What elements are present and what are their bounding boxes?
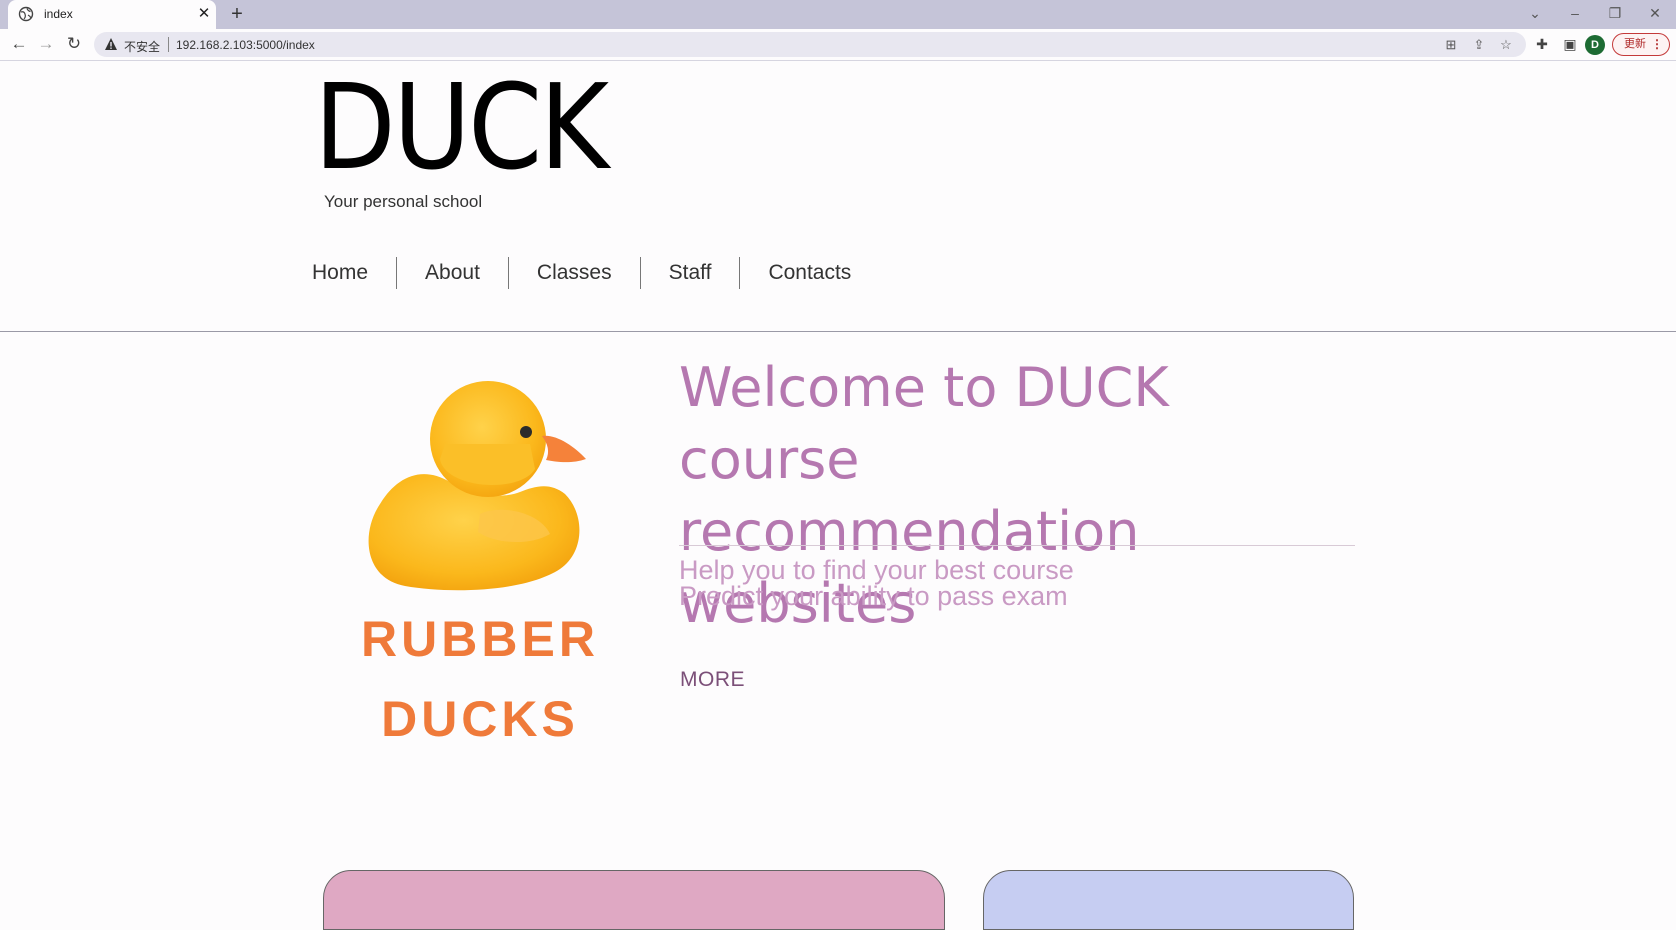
site-tagline: Your personal school — [324, 192, 483, 211]
tab-title: index — [44, 7, 73, 21]
nav-staff[interactable]: Staff — [639, 257, 740, 289]
more-menu-icon[interactable]: ⋮ — [1651, 34, 1663, 55]
reload-icon[interactable]: ↻ — [62, 32, 86, 56]
update-label: 更新 — [1624, 38, 1646, 50]
header-divider — [0, 331, 1676, 332]
browser-toolbar: ← → ↻ 不安全 192.168.2.103:5000/index ⊞ ⇪ ☆… — [0, 29, 1676, 61]
restore-icon[interactable]: ❐ — [1603, 3, 1627, 23]
rubber-duck-icon: RUBBER DUCKS — [361, 381, 599, 747]
tab-close-icon[interactable]: ✕ — [194, 3, 214, 25]
site-logo[interactable]: DUCK — [314, 68, 609, 186]
security-label[interactable]: 不安全 — [124, 38, 160, 55]
share-icon[interactable]: ⇪ — [1470, 36, 1488, 54]
extensions-icon[interactable]: ✚ — [1531, 33, 1553, 55]
side-panel-icon[interactable]: ▣ — [1559, 33, 1581, 55]
main-nav: Home About Classes Staff Contacts — [312, 257, 879, 289]
headline-line-1: Welcome to DUCK course — [679, 356, 1169, 491]
headline-divider — [679, 545, 1355, 546]
omnibox-divider — [168, 37, 169, 52]
forward-arrow-icon[interactable]: → — [34, 32, 58, 56]
back-arrow-icon[interactable]: ← — [7, 32, 31, 56]
browser-tab[interactable]: index ✕ — [8, 0, 216, 29]
rubber-duck-image: RUBBER DUCKS — [360, 364, 600, 747]
bookmark-star-icon[interactable]: ☆ — [1497, 36, 1515, 54]
browser-tab-strip: index ✕ + ⌄ – ❐ ✕ — [0, 0, 1676, 29]
translate-icon[interactable]: ⊞ — [1442, 36, 1460, 54]
duck-image-text-2: DUCKS — [381, 691, 579, 744]
hero-subline-2: Predict your ability to pass exam — [679, 581, 1068, 611]
profile-avatar[interactable]: D — [1585, 35, 1605, 55]
address-bar[interactable]: 不安全 192.168.2.103:5000/index ⊞ ⇪ ☆ — [94, 32, 1526, 57]
window-close-icon[interactable]: ✕ — [1643, 3, 1667, 23]
hero-subline-1: Help you to find your best course — [679, 555, 1074, 585]
new-tab-button[interactable]: + — [226, 1, 248, 27]
nav-about[interactable]: About — [396, 257, 508, 289]
duck-image-text-1: RUBBER — [361, 611, 599, 667]
nav-classes[interactable]: Classes — [507, 257, 640, 289]
minimize-icon[interactable]: – — [1563, 3, 1587, 23]
update-button[interactable]: 更新 ⋮ — [1612, 33, 1670, 56]
tab-search-icon[interactable]: ⌄ — [1523, 3, 1547, 23]
nav-home[interactable]: Home — [312, 257, 396, 289]
more-link[interactable]: MORE — [680, 668, 745, 692]
feature-card-pink[interactable] — [323, 870, 945, 930]
nav-contacts[interactable]: Contacts — [739, 257, 879, 289]
warning-icon — [105, 38, 117, 50]
feature-card-blue[interactable] — [983, 870, 1354, 930]
url-text[interactable]: 192.168.2.103:5000/index — [176, 38, 315, 52]
globe-icon — [18, 6, 34, 22]
